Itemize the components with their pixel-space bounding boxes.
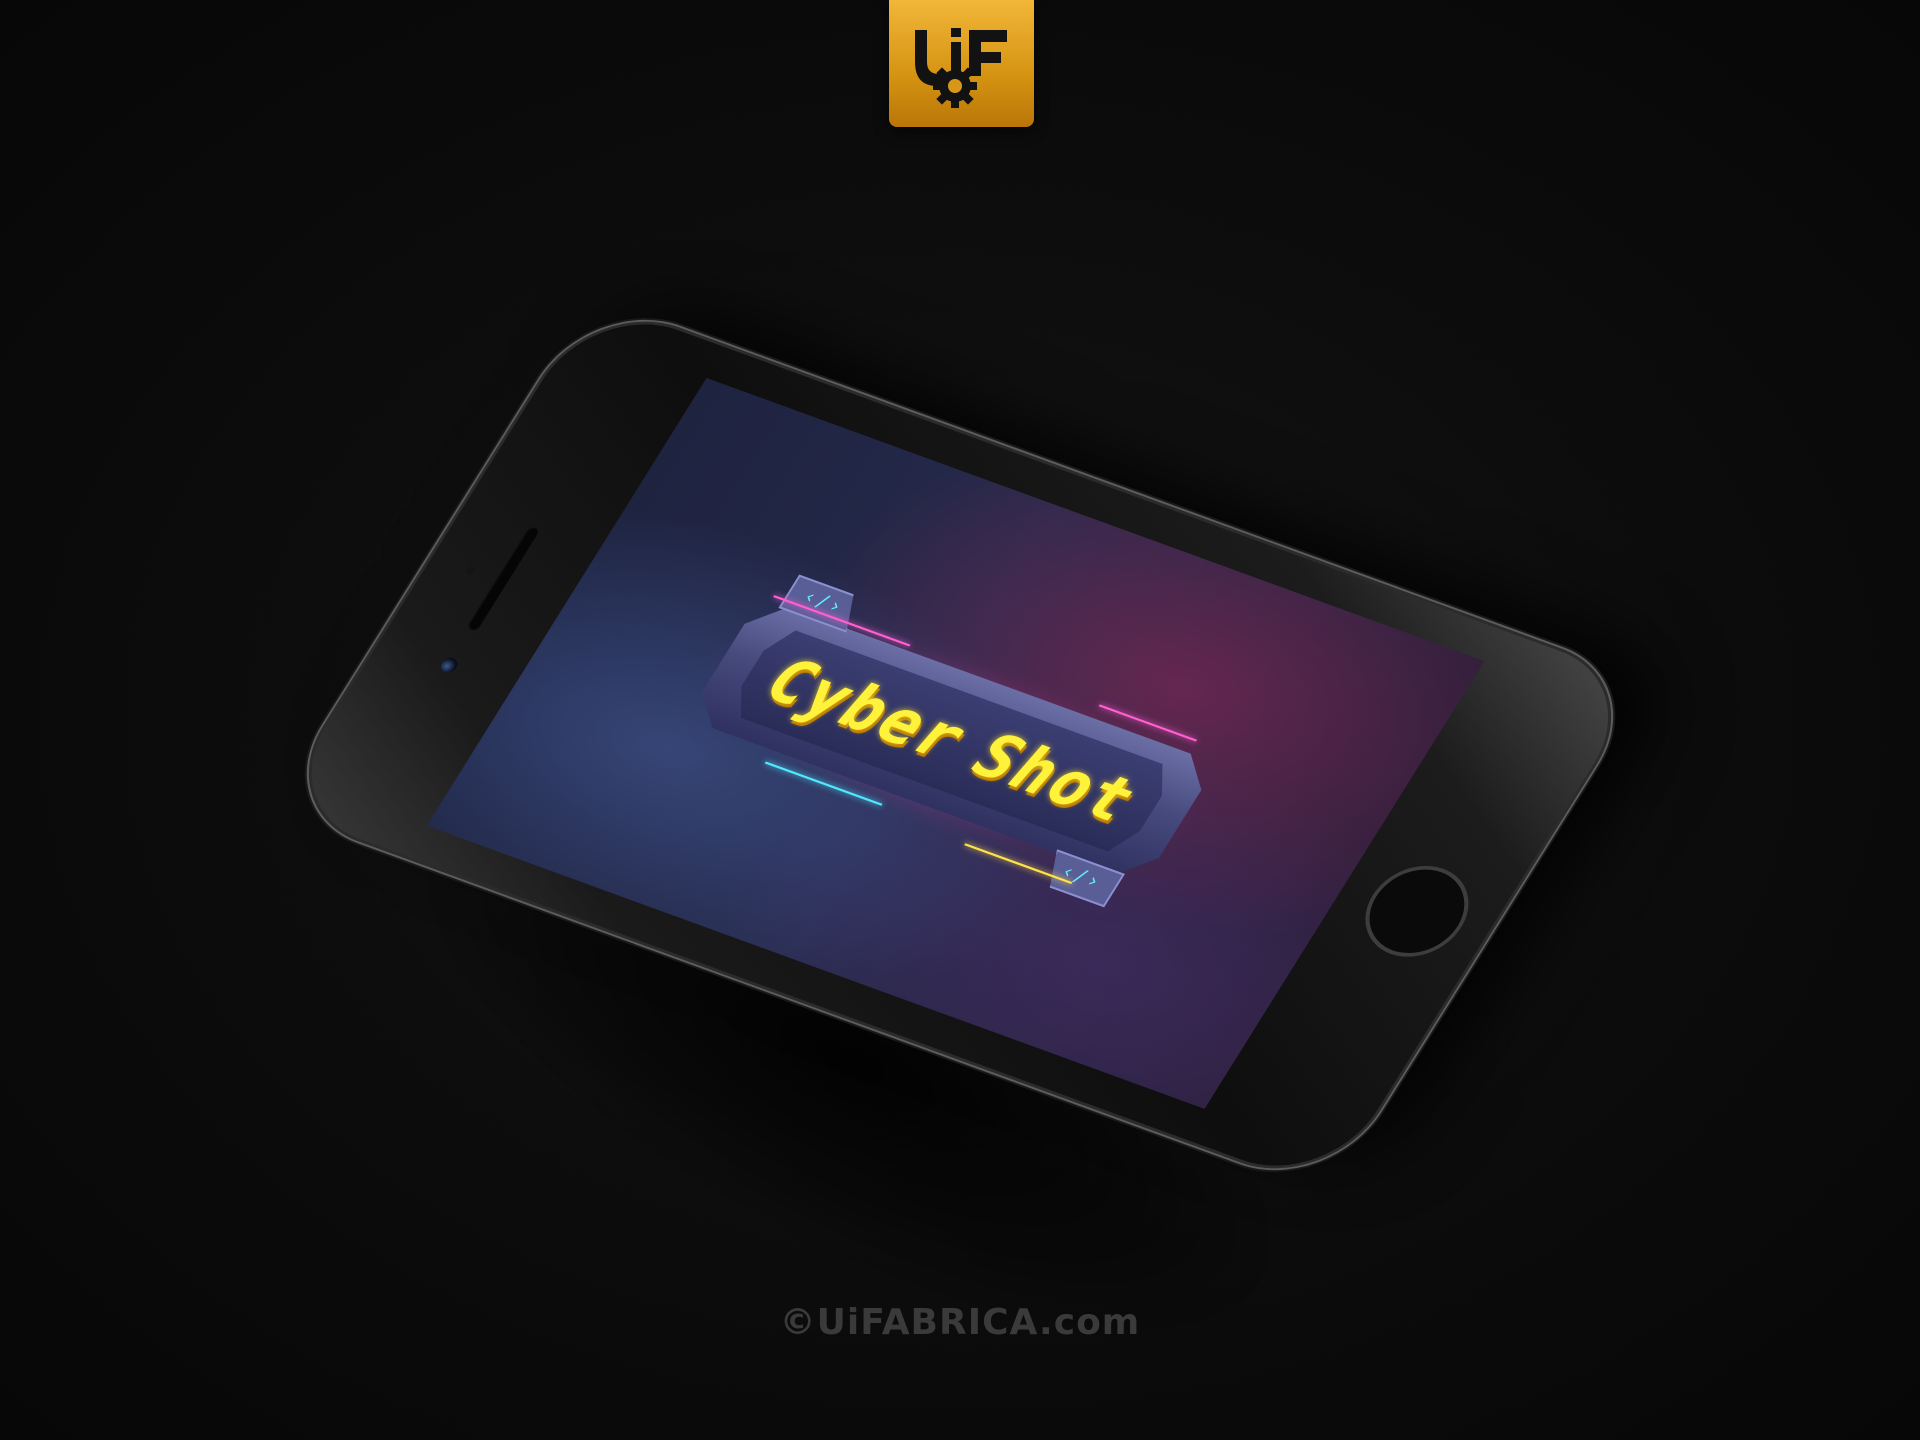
proximity-sensor bbox=[465, 566, 477, 576]
copyright-text: ©UiFABRICA.com bbox=[779, 1302, 1141, 1343]
game-title-sign: ‹/› ‹/› CyberShot bbox=[644, 560, 1259, 922]
home-button[interactable] bbox=[1346, 852, 1488, 970]
earpiece-speaker bbox=[465, 525, 541, 632]
front-camera-icon bbox=[437, 655, 461, 675]
mockup-stage: ‹/› ‹/› CyberShot bbox=[0, 0, 1920, 1440]
